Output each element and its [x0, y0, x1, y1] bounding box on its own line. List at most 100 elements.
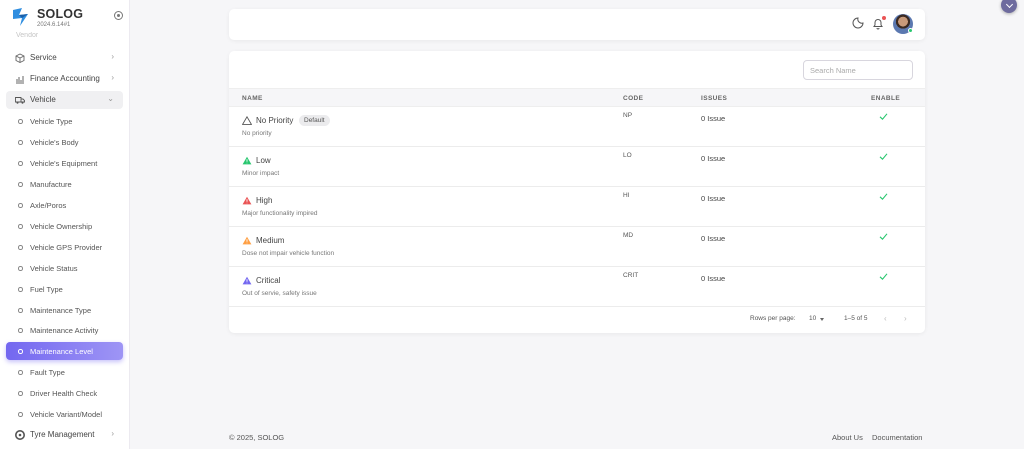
sidebar-item-label: Vehicle Type: [30, 117, 73, 126]
priority-name: Critical: [256, 276, 281, 285]
sidebar-item-finance-accounting[interactable]: Finance Accounting ›: [6, 70, 123, 88]
rows-per-page-label: Rows per page:: [750, 315, 796, 322]
pagination: Rows per page: 10 1–5 of 5 ‹ ›: [229, 308, 925, 330]
column-header-name[interactable]: NAME: [242, 95, 263, 102]
table-row[interactable]: No Priority Default No priority NP 0 Iss…: [229, 107, 925, 147]
footer-copyright: © 2025, SOLOG: [229, 433, 285, 442]
sidebar-item-vehicle-type[interactable]: Vehicle Type: [6, 112, 123, 130]
sidebar-item-label: Vehicle's Equipment: [30, 159, 98, 168]
sidebar-item-label: Vehicle: [30, 95, 56, 104]
sidebar-item-label: Maintenance Level: [30, 347, 93, 356]
sidebar-item-label: Service: [30, 53, 57, 62]
sidebar-item-axle-poros[interactable]: Axle/Poros: [6, 196, 123, 214]
notification-badge: [882, 16, 886, 20]
sidebar-item-vehicle-status[interactable]: Vehicle Status: [6, 259, 123, 277]
solog-logo-icon: [13, 8, 28, 26]
issue-count: 0 Issue: [701, 274, 726, 283]
column-header-enable[interactable]: ENABLE: [871, 95, 900, 102]
sidebar-item-label: Fuel Type: [30, 285, 63, 294]
check-icon: [879, 193, 888, 201]
sidebar-item-label: Vehicle GPS Provider: [30, 243, 103, 252]
circle-icon: [18, 308, 23, 313]
moon-icon[interactable]: [852, 17, 864, 29]
chevron-right-icon[interactable]: ›: [904, 314, 907, 323]
sidebar-item-maintenance-activity[interactable]: Maintenance Activity: [6, 321, 123, 339]
brand-name: SOLOG: [37, 7, 84, 21]
rows-per-page-select[interactable]: 10: [809, 315, 816, 322]
sidebar-item-label: Manufacture: [30, 180, 72, 189]
sidebar-item-vehicle-variant-model[interactable]: Vehicle Variant/Model: [6, 405, 123, 423]
sidebar-item-label: Maintenance Activity: [30, 326, 99, 335]
column-header-issues[interactable]: ISSUES: [701, 95, 727, 102]
priority-name: No Priority: [256, 116, 294, 125]
sidebar-item-vehicles-body[interactable]: Vehicle's Body: [6, 133, 123, 151]
truck-icon: [15, 97, 25, 104]
priority-code: NP: [623, 112, 633, 119]
chevron-left-icon[interactable]: ‹: [884, 314, 887, 323]
sidebar-item-label: Driver Health Check: [30, 389, 98, 398]
sidebar-item-label: Vehicle's Body: [30, 138, 79, 147]
sidebar-collapse-icon[interactable]: [114, 11, 123, 20]
sidebar-item-tyre-management[interactable]: Tyre Management ›: [6, 426, 123, 444]
sidebar-item-label: Vehicle Ownership: [30, 222, 93, 231]
sidebar-item-label: Axle/Poros: [30, 201, 67, 210]
sidebar-item-driver-health-check[interactable]: Driver Health Check: [6, 384, 123, 402]
issue-count: 0 Issue: [701, 194, 726, 203]
sidebar-item-maintenance-level[interactable]: Maintenance Level: [6, 342, 123, 360]
brand-version: 2024.6.14#1: [37, 22, 71, 28]
sidebar-item-vehicle-ownership[interactable]: Vehicle Ownership: [6, 217, 123, 235]
caret-down-icon[interactable]: [820, 318, 824, 321]
sidebar: SOLOG 2024.6.14#1 Vendor Service › Finan…: [0, 0, 130, 449]
circle-icon: [18, 328, 23, 333]
priority-code: LO: [623, 152, 632, 159]
sidebar-item-manufacture[interactable]: Manufacture: [6, 175, 123, 193]
footer-about-link[interactable]: About Us: [832, 433, 863, 442]
warning-orange-icon: [242, 236, 252, 245]
box-icon: [15, 53, 25, 63]
warning-green-icon: [242, 156, 252, 165]
circle-icon: [18, 266, 23, 271]
issue-count: 0 Issue: [701, 234, 726, 243]
circle-icon: [18, 391, 23, 396]
priority-code: MD: [623, 232, 634, 239]
check-icon: [879, 273, 888, 281]
circle-icon: [18, 349, 23, 354]
chart-icon: [16, 76, 24, 84]
brand[interactable]: SOLOG 2024.6.14#1: [10, 6, 125, 30]
check-icon: [879, 233, 888, 241]
issue-count: 0 Issue: [701, 154, 726, 163]
sidebar-item-vendor[interactable]: Vendor: [16, 32, 38, 40]
circle-icon: [18, 119, 23, 124]
sidebar-item-label: Fault Type: [30, 368, 65, 377]
chevron-right-icon: ›: [111, 73, 114, 82]
sidebar-item-maintenance-type[interactable]: Maintenance Type: [6, 301, 123, 319]
sidebar-item-label: Tyre Management: [30, 430, 95, 439]
table-row[interactable]: Low Minor impact LO 0 Issue: [229, 147, 925, 187]
online-status-badge: [908, 28, 913, 33]
customizer-toggle-icon[interactable]: [1001, 0, 1017, 13]
check-icon: [879, 113, 888, 121]
sidebar-item-service[interactable]: Service ›: [6, 49, 123, 67]
sidebar-item-fuel-type[interactable]: Fuel Type: [6, 280, 123, 298]
footer-documentation-link[interactable]: Documentation: [872, 433, 922, 442]
circle-icon: [18, 140, 23, 145]
issue-count: 0 Issue: [701, 114, 726, 123]
sidebar-item-fault-type[interactable]: Fault Type: [6, 363, 123, 381]
table-row[interactable]: High Major functionality impired HI 0 Is…: [229, 187, 925, 227]
sidebar-item-vehicles-equipment[interactable]: Vehicle's Equipment: [6, 154, 123, 172]
circle-icon: [18, 412, 23, 417]
chevron-right-icon: ›: [111, 429, 114, 438]
priority-code: HI: [623, 192, 630, 199]
priority-description: Dose not impair vehicle function: [242, 250, 335, 257]
search-input[interactable]: [803, 60, 913, 80]
column-header-code[interactable]: CODE: [623, 95, 643, 102]
sidebar-item-label: Vehicle Status: [30, 264, 78, 273]
table-row[interactable]: Critical Out of servie, safety issue CRI…: [229, 267, 925, 307]
priority-name: High: [256, 196, 273, 205]
circle-icon: [18, 161, 23, 166]
priority-description: Minor impact: [242, 170, 280, 177]
sidebar-item-vehicle[interactable]: Vehicle ⌄: [6, 91, 123, 109]
circle-icon: [18, 182, 23, 187]
sidebar-item-vehicle-gps-provider[interactable]: Vehicle GPS Provider: [6, 238, 123, 256]
table-row[interactable]: Medium Dose not impair vehicle function …: [229, 227, 925, 267]
